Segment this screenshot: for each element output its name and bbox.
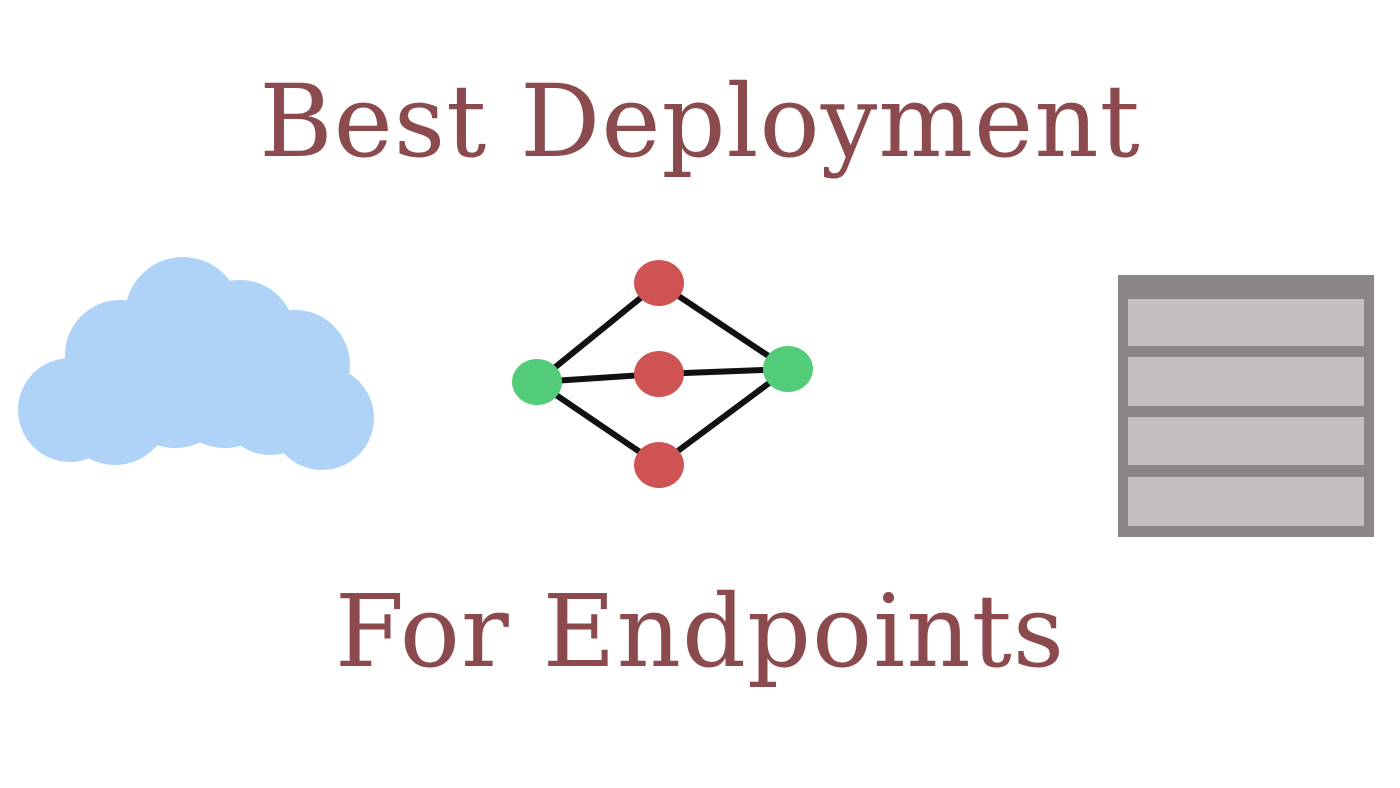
server-rack-icon bbox=[1118, 275, 1374, 537]
graph-node bbox=[634, 351, 684, 397]
graph-node bbox=[512, 359, 562, 405]
server-drive bbox=[1128, 299, 1364, 346]
server-drive bbox=[1128, 417, 1364, 465]
graph-node bbox=[634, 260, 684, 306]
cloud-icon bbox=[18, 257, 374, 470]
server-drive bbox=[1128, 357, 1364, 406]
network-graph-icon bbox=[512, 260, 813, 488]
server-drive bbox=[1128, 477, 1364, 526]
graph-node bbox=[634, 442, 684, 488]
page-subtitle: For Endpoints bbox=[334, 573, 1066, 690]
graph-node bbox=[763, 346, 813, 392]
page-title: Best Deployment bbox=[259, 63, 1141, 180]
